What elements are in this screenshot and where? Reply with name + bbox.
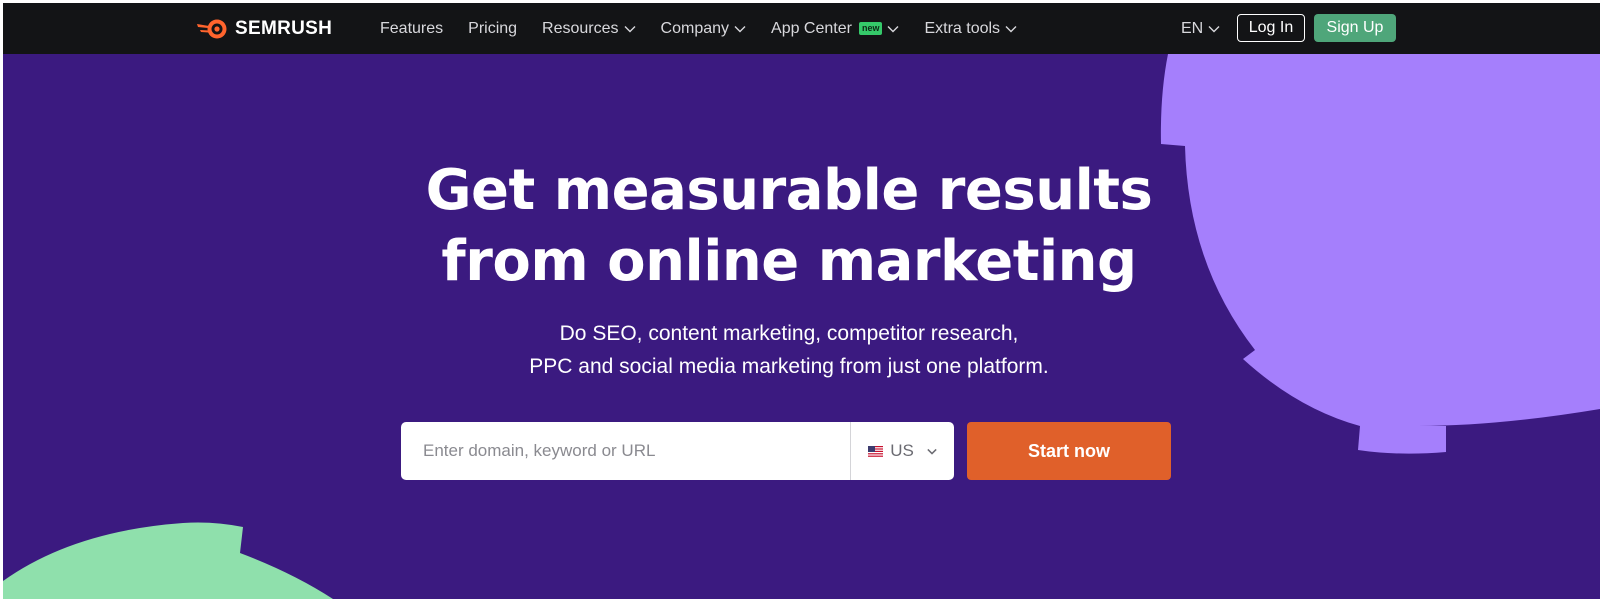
us-flag-icon xyxy=(868,445,884,457)
country-select[interactable]: US xyxy=(850,422,954,480)
search-input[interactable] xyxy=(401,422,850,480)
chevron-down-icon xyxy=(1208,25,1220,32)
hero-headline: Get measurable results from online market… xyxy=(383,155,1195,297)
search-box: US xyxy=(401,422,954,480)
language-label: EN xyxy=(1181,19,1204,37)
chevron-down-icon xyxy=(624,25,636,32)
nav-item-resources[interactable]: Resources xyxy=(542,19,636,38)
chevron-down-icon xyxy=(734,25,746,32)
nav-item-label: Pricing xyxy=(468,19,518,37)
semrush-logo-icon xyxy=(197,19,227,39)
hero-subtext: Do SEO, content marketing, competitor re… xyxy=(383,317,1195,383)
new-badge: new xyxy=(858,22,883,35)
green-decorative-shape xyxy=(3,522,333,599)
nav-item-company[interactable]: Company xyxy=(661,20,746,38)
nav-item-label: Extra tools xyxy=(924,19,1001,37)
nav-item-features[interactable]: Features xyxy=(380,20,443,38)
nav-item-label: Company xyxy=(660,19,730,37)
language-selector[interactable]: EN xyxy=(1181,3,1220,54)
page: SEMRUSH Features Pricing Resources Compa… xyxy=(3,3,1600,599)
signup-button[interactable]: Sign Up xyxy=(1314,14,1396,42)
login-button[interactable]: Log In xyxy=(1237,14,1305,42)
brand-name: SEMRUSH xyxy=(235,18,333,39)
chevron-down-icon xyxy=(887,25,899,32)
nav-item-label: Resources xyxy=(542,19,619,37)
nav-item-label: Features xyxy=(380,19,444,37)
nav-links: Features Pricing Resources Company App C… xyxy=(380,3,1017,54)
hero-headline-line1: Get measurable results xyxy=(425,158,1153,223)
chevron-down-icon xyxy=(1005,25,1017,32)
hero-headline-line2: from online marketing xyxy=(441,229,1137,294)
country-code: US xyxy=(890,441,914,460)
nav-item-label: App Center xyxy=(771,19,852,37)
chevron-down-icon xyxy=(927,448,937,455)
purple-decorative-shape xyxy=(1160,54,1600,454)
semrush-logo[interactable]: SEMRUSH xyxy=(197,16,332,42)
nav-item-extra-tools[interactable]: Extra tools xyxy=(924,20,1017,38)
nav-item-app-center[interactable]: App Center new xyxy=(771,20,899,38)
nav-item-pricing[interactable]: Pricing xyxy=(468,20,517,38)
hero-subtext-line1: Do SEO, content marketing, competitor re… xyxy=(559,322,1019,345)
start-now-button[interactable]: Start now xyxy=(967,422,1171,480)
top-navbar: SEMRUSH Features Pricing Resources Compa… xyxy=(3,3,1600,54)
hero-subtext-line2: PPC and social media marketing from just… xyxy=(529,355,1049,378)
